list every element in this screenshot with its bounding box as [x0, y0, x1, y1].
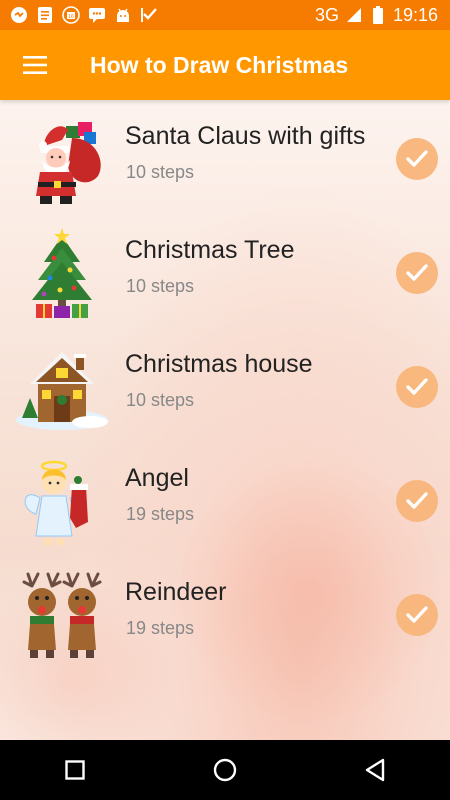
reindeer-icon — [22, 572, 102, 658]
lesson-title: Christmas house — [125, 350, 313, 378]
checkmark-icon — [406, 378, 428, 395]
hamburger-menu-icon — [23, 56, 47, 74]
home-circle-icon — [213, 758, 237, 782]
svg-text:16: 16 — [68, 14, 74, 20]
signal-icon — [345, 6, 363, 24]
notification-icons: 16 — [0, 6, 158, 24]
back-button[interactable] — [345, 740, 405, 800]
recents-button[interactable] — [45, 740, 105, 800]
lesson-steps: 10 steps — [126, 162, 195, 182]
checkmark-icon — [406, 606, 428, 623]
christmas-tree-icon — [32, 228, 92, 318]
message-icon — [88, 6, 106, 24]
menu-button[interactable] — [0, 30, 70, 100]
list-item[interactable]: Reindeer 19 steps — [0, 556, 450, 670]
list-item[interactable]: Christmas Tree 10 steps — [0, 214, 450, 328]
lesson-title: Reindeer — [125, 578, 227, 606]
battery-icon — [369, 6, 387, 24]
network-type: 3G — [314, 4, 339, 25]
completed-badge — [396, 138, 438, 180]
clock: 19:16 — [392, 4, 438, 25]
checkmark-icon — [406, 492, 428, 509]
check-flag-icon — [140, 6, 158, 24]
angel-icon — [24, 460, 88, 546]
system-navigation-bar — [0, 740, 450, 800]
checkmark-icon — [406, 150, 428, 167]
list-item[interactable]: Santa Claus with gifts 10 steps — [0, 100, 450, 214]
android-icon — [114, 6, 132, 24]
lesson-title: Santa Claus with gifts — [125, 122, 366, 150]
home-button[interactable] — [195, 740, 255, 800]
lesson-title: Angel — [125, 464, 189, 492]
completed-badge — [396, 594, 438, 636]
completed-badge — [396, 366, 438, 408]
calendar-icon: 16 — [62, 6, 80, 24]
app-toolbar: How to Draw Christmas — [0, 30, 450, 100]
page-title: How to Draw Christmas — [90, 51, 349, 78]
completed-badge — [396, 252, 438, 294]
document-icon — [36, 6, 54, 24]
lesson-title: Christmas Tree — [125, 236, 295, 264]
lesson-steps: 19 steps — [126, 618, 195, 638]
lesson-list: Santa Claus with gifts 10 steps Christma… — [0, 100, 450, 740]
list-item[interactable]: Christmas house 10 steps — [0, 328, 450, 442]
santa-claus-icon — [36, 122, 101, 204]
list-item[interactable]: Angel 19 steps — [0, 442, 450, 556]
lesson-steps: 19 steps — [126, 504, 195, 524]
recents-square-icon — [65, 760, 85, 780]
checkmark-icon — [406, 264, 428, 281]
chat-icon — [10, 6, 28, 24]
completed-badge — [396, 480, 438, 522]
lesson-steps: 10 steps — [126, 390, 195, 410]
system-status: 3G 19:16 — [315, 5, 450, 26]
back-triangle-icon — [365, 758, 385, 782]
christmas-house-icon — [16, 352, 108, 430]
status-bar: 16 3G 19:16 — [0, 0, 450, 30]
lesson-steps: 10 steps — [126, 276, 195, 296]
